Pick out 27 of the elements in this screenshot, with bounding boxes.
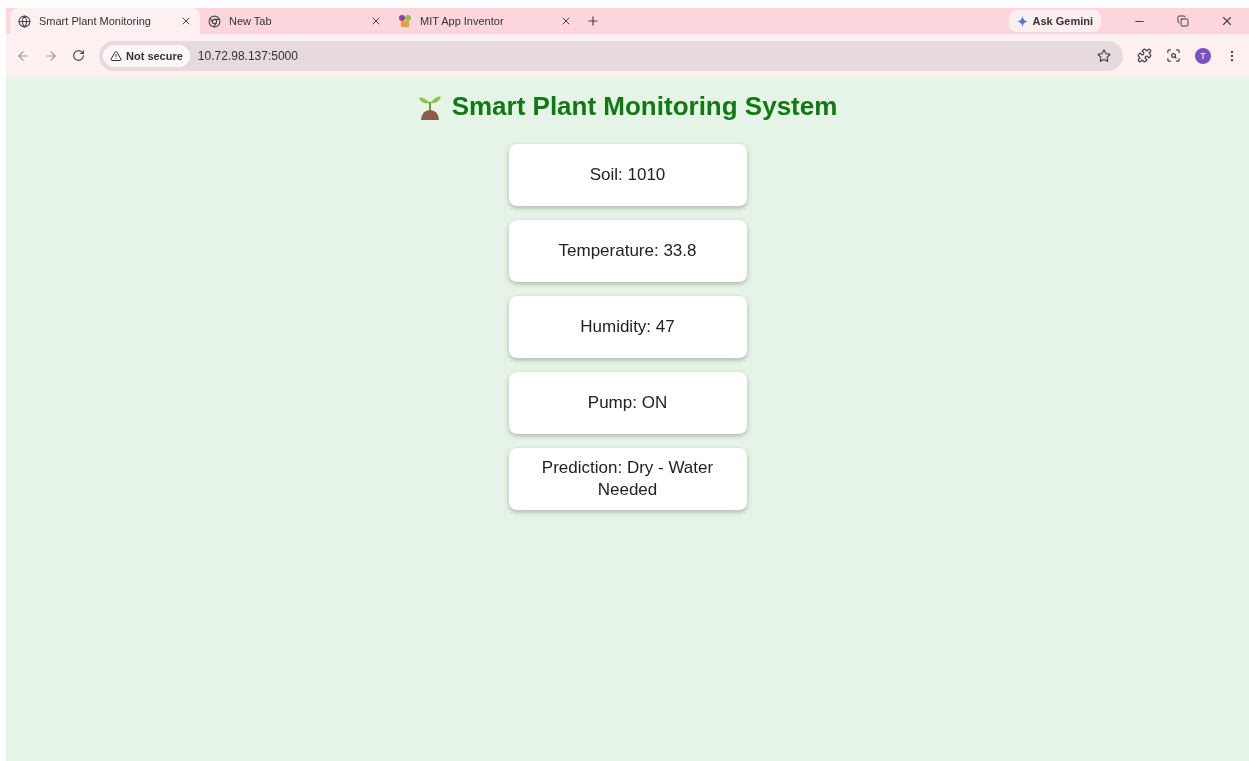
browser-tab[interactable]: MIT App Inventor xyxy=(390,8,580,34)
security-chip[interactable]: Not secure xyxy=(103,44,190,67)
ask-gemini-button[interactable]: Ask Gemini xyxy=(1009,10,1101,32)
reading-card: Temperature: 33.8 xyxy=(508,220,747,282)
sparkle-icon xyxy=(1017,15,1029,27)
star-icon[interactable] xyxy=(1097,48,1111,63)
browser-tab[interactable]: Smart Plant Monitoring xyxy=(10,8,200,34)
warning-icon xyxy=(110,49,122,62)
reading-card: Prediction: Dry - Water Needed xyxy=(508,448,747,510)
page-title: Smart Plant Monitoring System xyxy=(451,91,838,122)
new-tab-icon[interactable] xyxy=(586,14,600,28)
reading-card: Humidity: 47 xyxy=(508,296,747,358)
profile-avatar[interactable]: T xyxy=(1195,47,1211,64)
browser-tab[interactable]: New Tab xyxy=(200,8,390,34)
close-icon[interactable] xyxy=(560,15,572,27)
reading-card: Soil: 1010 xyxy=(508,144,747,206)
reload-icon[interactable] xyxy=(72,49,85,62)
browser-logo-icon xyxy=(208,14,221,28)
close-icon[interactable] xyxy=(180,15,192,27)
search-icon[interactable] xyxy=(1166,48,1181,63)
close-icon[interactable] xyxy=(370,15,382,27)
address-bar[interactable]: Not secure 10.72.98.137:5000 xyxy=(99,40,1123,71)
app-logo-icon xyxy=(398,14,412,28)
reading-card: Pump: ON xyxy=(508,372,747,434)
globe-icon xyxy=(18,14,31,28)
puzzle-icon[interactable] xyxy=(1137,48,1152,63)
url-text: 10.72.98.137:5000 xyxy=(197,48,299,63)
